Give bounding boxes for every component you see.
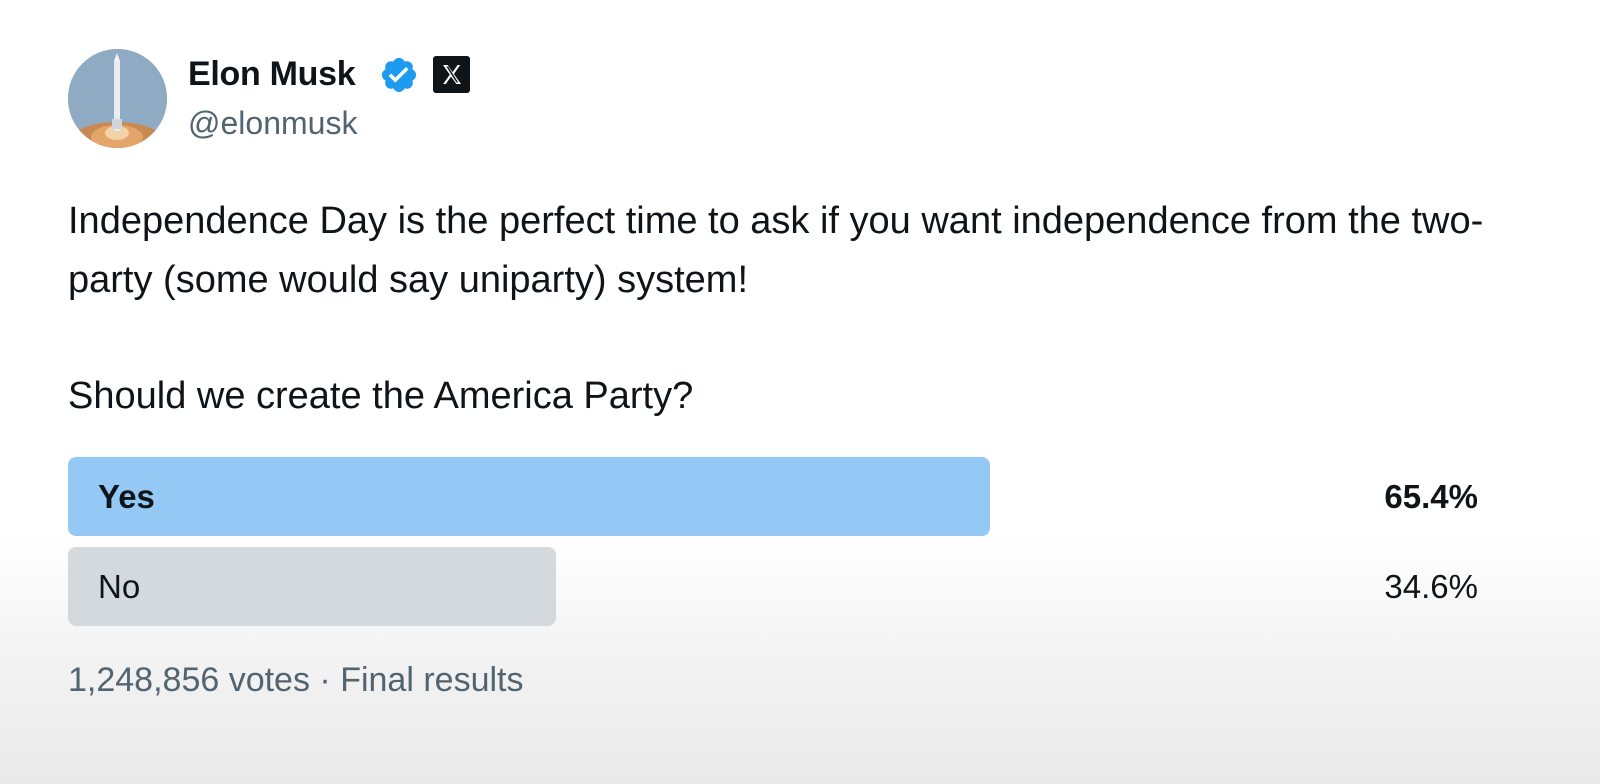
- poll-footer: 1,248,856 votes · Final results: [68, 658, 523, 702]
- poll-option-percent: 65.4%: [1384, 478, 1478, 515]
- poll-vote-count: 1,248,856 votes: [68, 661, 310, 699]
- tweet-text: Independence Day is the perfect time to …: [68, 200, 1484, 301]
- poll-option-label: No: [98, 568, 141, 605]
- poll-option-label: Yes: [98, 478, 155, 515]
- tweet-question: Should we create the America Party?: [68, 375, 694, 417]
- display-name[interactable]: Elon Musk: [188, 53, 356, 95]
- avatar[interactable]: [68, 49, 167, 148]
- poll-bar-no: [68, 547, 556, 626]
- poll-option-yes: Yes 65.4%: [68, 457, 1478, 536]
- poll-separator: ·: [319, 661, 331, 699]
- tweet-card: Elon Musk @elonmusk Independence Day is …: [0, 0, 1600, 784]
- x-logo-icon: [433, 56, 470, 93]
- verified-badge-icon: [381, 57, 417, 93]
- poll-status: Final results: [340, 661, 524, 699]
- user-handle[interactable]: @elonmusk: [188, 103, 357, 143]
- poll-option-percent: 34.6%: [1384, 568, 1478, 605]
- rocket-launch-image: [68, 49, 167, 148]
- poll-option-no: No 34.6%: [68, 547, 1478, 626]
- poll-bar-yes: [68, 457, 990, 536]
